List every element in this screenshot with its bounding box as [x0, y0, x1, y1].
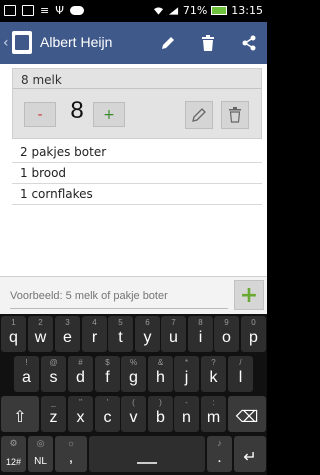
symbols-key[interactable]: ⚙ 12# — [1, 436, 26, 472]
message-icon — [4, 5, 16, 16]
divider — [13, 88, 261, 89]
wifi-icon — [153, 6, 163, 15]
soft-keyboard: 1q 2w 3e 4r 5t 6y 7u 8i 9o 0p ! a @ s # d $… — [0, 314, 267, 475]
add-item-input[interactable] — [10, 285, 228, 307]
key-k[interactable]: ? k — [201, 356, 226, 392]
trash-icon — [229, 107, 241, 123]
share-button[interactable] — [237, 31, 261, 55]
app-icon[interactable] — [12, 31, 32, 54]
key-m[interactable]: :m — [201, 396, 226, 432]
key-s[interactable]: @ s — [41, 356, 66, 392]
usb-icon: Ψ — [55, 4, 64, 17]
keyboard-row-2: ! a @ s # d $ f % g & h * j ? k / l — [0, 356, 267, 396]
key-h[interactable]: & h — [148, 356, 173, 392]
list-item[interactable]: 1 brood — [12, 163, 262, 184]
trash-icon — [202, 35, 214, 51]
backspace-key[interactable]: ⌫ — [228, 396, 266, 432]
delete-list-button[interactable] — [196, 31, 220, 55]
shift-key[interactable]: ⇧ — [1, 396, 39, 432]
signal-icon — [168, 6, 178, 15]
quantity-value: 8 — [70, 97, 84, 124]
keyboard-row-3: ⇧ _ z " x ' c (v ) b -n :m ⌫ — [0, 396, 267, 436]
key-w[interactable]: 2w — [28, 316, 53, 352]
key-b[interactable]: ) b — [148, 396, 173, 432]
comma-key[interactable]: ☼ , — [55, 436, 87, 472]
action-bar: ‹ Albert Heijn — [0, 22, 267, 64]
keyboard-row-4: ⚙ 12# ◎ NL ☼ , ♪ . ↵ — [0, 436, 267, 475]
input-underline — [10, 308, 228, 309]
space-bar-indicator — [137, 462, 157, 464]
key-i[interactable]: 8i — [188, 316, 213, 352]
period-key[interactable]: ♪ . — [207, 436, 232, 472]
selected-item-title[interactable]: 8 melk — [21, 73, 62, 87]
key-y[interactable]: 6y — [135, 316, 160, 352]
enter-key[interactable]: ↵ — [234, 436, 266, 472]
pencil-icon — [192, 108, 206, 122]
image-icon — [22, 5, 34, 16]
cloud-icon — [69, 6, 84, 15]
list-item[interactable]: 2 pakjes boter — [12, 142, 262, 163]
key-q[interactable]: 1q — [1, 316, 26, 352]
key-c[interactable]: ' c — [95, 396, 120, 432]
selected-item-card: 8 melk - 8 + — [12, 68, 262, 139]
key-l[interactable]: / l — [228, 356, 253, 392]
edit-list-button[interactable] — [156, 31, 180, 55]
menu-icon: ≡ — [40, 4, 50, 17]
key-a[interactable]: ! a — [14, 356, 39, 392]
microphone-icon: ♪ — [217, 438, 222, 448]
list-item[interactable]: 1 cornflakes — [12, 184, 262, 205]
key-j[interactable]: * j — [174, 356, 199, 392]
battery-percentage: 71% — [182, 4, 208, 17]
key-p[interactable]: 0p — [241, 316, 266, 352]
key-v[interactable]: (v — [121, 396, 146, 432]
battery-icon — [211, 6, 228, 15]
status-bar: ≡ Ψ 71% 13:15 — [0, 0, 267, 22]
delete-item-button[interactable] — [221, 101, 249, 129]
emoji-icon: ☼ — [66, 438, 76, 448]
key-t[interactable]: 5t — [108, 316, 133, 352]
add-item-button[interactable]: + — [234, 280, 264, 310]
edit-item-button[interactable] — [185, 101, 213, 129]
key-f[interactable]: $ f — [95, 356, 120, 392]
key-u[interactable]: 7u — [161, 316, 186, 352]
item-list: 2 pakjes boter 1 brood 1 cornflakes — [12, 142, 262, 205]
globe-icon: ◎ — [36, 438, 45, 448]
settings-gear-icon: ⚙ — [9, 438, 18, 448]
system-icons: 71% 13:15 — [153, 4, 263, 17]
increase-quantity-button[interactable]: + — [93, 102, 125, 127]
list-title: Albert Heijn — [40, 34, 113, 50]
key-o[interactable]: 9o — [214, 316, 239, 352]
shopping-list: 8 melk - 8 + 2 pakjes boter 1 brood 1 co… — [0, 64, 267, 276]
keyboard-row-1: 1q 2w 3e 4r 5t 6y 7u 8i 9o 0p — [0, 316, 267, 356]
key-z[interactable]: _ z — [41, 396, 66, 432]
clock: 13:15 — [231, 4, 263, 17]
key-g[interactable]: % g — [121, 356, 146, 392]
key-n[interactable]: -n — [174, 396, 199, 432]
language-key[interactable]: ◎ NL — [28, 436, 53, 472]
key-x[interactable]: " x — [68, 396, 93, 432]
notification-icons: ≡ Ψ — [4, 4, 84, 17]
decrease-quantity-button[interactable]: - — [24, 102, 56, 127]
pencil-icon — [162, 37, 174, 49]
share-icon — [242, 35, 256, 51]
key-r[interactable]: 4r — [82, 316, 107, 352]
space-key[interactable] — [89, 436, 205, 472]
back-chevron-icon[interactable]: ‹ — [3, 35, 9, 51]
add-item-bar: + — [0, 276, 267, 314]
key-d[interactable]: # d — [68, 356, 93, 392]
key-e[interactable]: 3e — [55, 316, 80, 352]
